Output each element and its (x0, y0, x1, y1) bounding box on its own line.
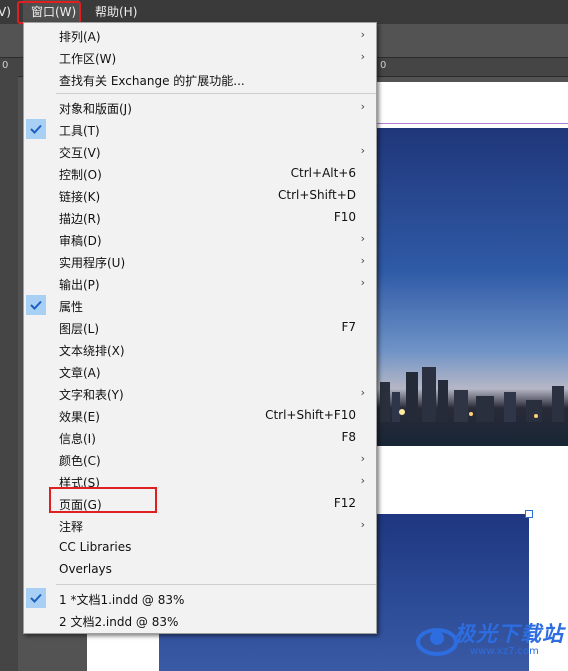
menu-item[interactable]: 1 *文档1.indd @ 83% (24, 587, 376, 609)
menu-item[interactable]: 效果(E) Ctrl+Shift+F10 (24, 404, 376, 426)
submenu-arrow-icon: › (360, 28, 365, 41)
menu-item[interactable]: 信息(I) F8 (24, 426, 376, 448)
menu-item[interactable]: 文本绕排(X) (24, 338, 376, 360)
menu-item-label: 注释 (59, 520, 84, 534)
menu-view-partial[interactable]: V) (0, 0, 11, 24)
menu-item[interactable]: 图层(L) F7 (24, 316, 376, 338)
menu-item-shortcut: Ctrl+Alt+6 (290, 166, 356, 180)
city-night-image[interactable] (376, 128, 568, 446)
menu-item-label: 信息(I) (59, 432, 96, 446)
menu-item-label: 文章(A) (59, 366, 101, 380)
menu-item-shortcut: F7 (341, 320, 356, 334)
menu-item-label: 文字和表(Y) (59, 388, 124, 402)
menu-item[interactable]: 查找有关 Exchange 的扩展功能... (24, 68, 376, 90)
menu-item-shortcut: F8 (341, 430, 356, 444)
menu-item-label: 输出(P) (59, 278, 100, 292)
menu-item[interactable]: 排列(A) › (24, 24, 376, 46)
watermark: 极光下载站 www.xz7.com (414, 614, 564, 666)
submenu-arrow-icon: › (360, 386, 365, 399)
menu-item[interactable]: 注释 › (24, 514, 376, 536)
menu-item[interactable]: 文字和表(Y) › (24, 382, 376, 404)
menu-item-shortcut: Ctrl+Shift+F10 (265, 408, 356, 422)
skyline-graphic (380, 367, 564, 422)
watermark-url: www.xz7.com (470, 646, 539, 657)
menu-item[interactable]: CC Libraries (24, 536, 376, 558)
menu-item-label: 颜色(C) (59, 454, 101, 468)
menu-item-label: 工作区(W) (59, 52, 117, 66)
menu-item[interactable]: 对象和版面(J) › (24, 96, 376, 118)
menu-item-label: 2 文档2.indd @ 83% (59, 615, 179, 629)
menu-item[interactable]: 链接(K) Ctrl+Shift+D (24, 184, 376, 206)
menu-item-label: 文本绕排(X) (59, 344, 125, 358)
menu-item[interactable]: 描边(R) F10 (24, 206, 376, 228)
submenu-arrow-icon: › (360, 518, 365, 531)
menu-item[interactable]: 审稿(D) › (24, 228, 376, 250)
menu-item[interactable]: 工具(T) (24, 118, 376, 140)
menu-item-shortcut: F10 (333, 210, 356, 224)
submenu-arrow-icon: › (360, 276, 365, 289)
selection-handle[interactable] (525, 510, 533, 518)
menu-item[interactable]: 属性 (24, 294, 376, 316)
highlight-box-window-menu (17, 1, 81, 24)
menu-item-label: 属性 (59, 300, 84, 314)
ruler-tick: 0 (380, 60, 387, 71)
window-dropdown-menu: 排列(A) › 工作区(W) › 查找有关 Exchange 的扩展功能... 对象和版面… (23, 22, 377, 634)
margin-guide (375, 123, 568, 124)
menu-separator (56, 584, 376, 585)
menu-item-label: 描边(R) (59, 212, 101, 226)
menu-item-label: 查找有关 Exchange 的扩展功能... (59, 74, 245, 88)
menu-item-label: 1 *文档1.indd @ 83% (59, 593, 185, 607)
menu-item[interactable]: Overlays (24, 558, 376, 580)
menu-item-label: 效果(E) (59, 410, 100, 424)
menu-item[interactable]: 2 文档2.indd @ 83% (24, 609, 376, 631)
menu-item-label: 链接(K) (59, 190, 101, 204)
menu-item-label: 对象和版面(J) (59, 102, 132, 116)
menu-item-label: CC Libraries (59, 540, 132, 554)
submenu-arrow-icon: › (360, 452, 365, 465)
submenu-arrow-icon: › (360, 100, 365, 113)
submenu-arrow-icon: › (360, 144, 365, 157)
menu-item[interactable]: 工作区(W) › (24, 46, 376, 68)
menu-item-label: 交互(V) (59, 146, 101, 160)
watermark-text: 极光下载站 (454, 622, 564, 646)
menu-item[interactable]: 输出(P) › (24, 272, 376, 294)
vertical-ruler (0, 76, 18, 671)
menu-item-label: 实用程序(U) (59, 256, 126, 270)
checkmark-icon (26, 119, 46, 139)
menu-item-label: 控制(O) (59, 168, 102, 182)
menu-bar: V) 窗口(W) 帮助(H) (0, 0, 568, 24)
menu-item-label: 工具(T) (59, 124, 100, 138)
submenu-arrow-icon: › (360, 254, 365, 267)
highlight-box-pages-item (49, 487, 157, 513)
menu-item-label: Overlays (59, 562, 112, 576)
menu-item[interactable]: 文章(A) (24, 360, 376, 382)
submenu-arrow-icon: › (360, 232, 365, 245)
menu-item[interactable]: 颜色(C) › (24, 448, 376, 470)
menu-item-shortcut: Ctrl+Shift+D (278, 188, 356, 202)
menu-separator (56, 93, 376, 94)
submenu-arrow-icon: › (360, 474, 365, 487)
menu-item-label: 排列(A) (59, 30, 101, 44)
ruler-tick: 0 (2, 60, 9, 71)
menu-item[interactable]: 控制(O) Ctrl+Alt+6 (24, 162, 376, 184)
menu-help[interactable]: 帮助(H) (95, 0, 137, 24)
menu-item-label: 审稿(D) (59, 234, 102, 248)
menu-item[interactable]: 交互(V) › (24, 140, 376, 162)
submenu-arrow-icon: › (360, 50, 365, 63)
menu-item-shortcut: F12 (333, 496, 356, 510)
checkmark-icon (26, 588, 46, 608)
checkmark-icon (26, 295, 46, 315)
menu-item[interactable]: 实用程序(U) › (24, 250, 376, 272)
menu-item-label: 图层(L) (59, 322, 100, 336)
